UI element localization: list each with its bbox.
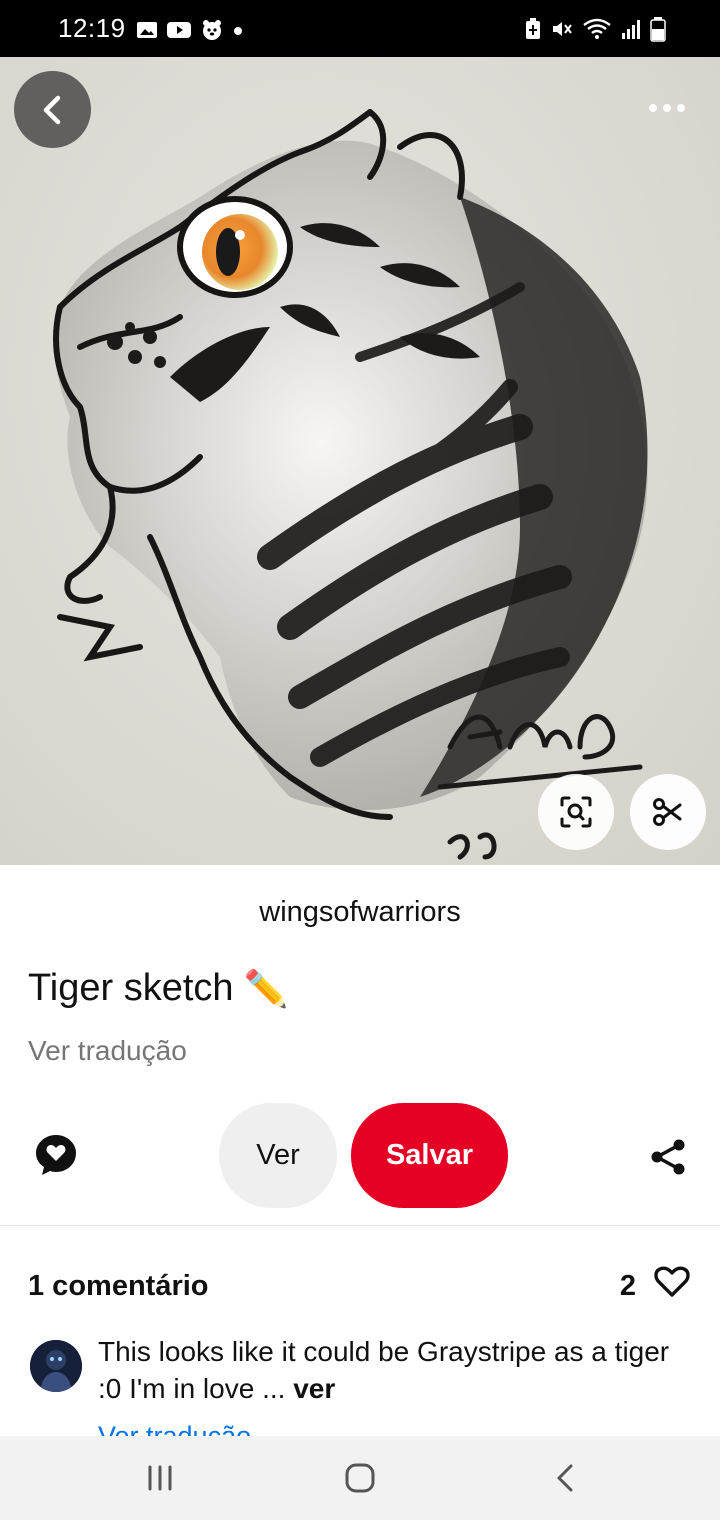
view-button[interactable]: Ver [219, 1103, 337, 1208]
translate-link[interactable]: Ver tradução [28, 1035, 187, 1067]
scissors-icon [653, 798, 682, 826]
comment-more-link[interactable]: ver [293, 1373, 335, 1404]
image-icon [136, 20, 158, 45]
heart-icon [654, 1266, 690, 1297]
recents-icon [148, 1465, 172, 1491]
comments-header[interactable]: 1 comentário [28, 1270, 209, 1303]
mute-icon [550, 17, 574, 46]
like-button[interactable] [654, 1266, 690, 1306]
comment-button[interactable] [32, 1131, 80, 1179]
wifi-icon [582, 17, 612, 46]
battery-icon [650, 16, 666, 47]
pet-icon [200, 18, 224, 47]
share-button[interactable] [648, 1137, 688, 1177]
system-nav-bar [0, 1436, 720, 1520]
more-icon-dot [649, 104, 657, 112]
comment-heart-icon [36, 1135, 76, 1175]
pin-image[interactable] [0, 57, 720, 865]
back-button[interactable] [14, 71, 91, 148]
signal-icon [620, 18, 642, 45]
likes: 2 [620, 1266, 690, 1306]
nav-back-button[interactable] [545, 1458, 585, 1498]
divider [0, 1225, 720, 1226]
crop-button[interactable] [630, 774, 706, 850]
commenter-avatar[interactable] [30, 1340, 82, 1392]
like-count: 2 [619, 1269, 636, 1302]
nav-back-icon [557, 1464, 573, 1492]
action-bar: Ver Salvar [0, 1103, 720, 1208]
home-icon [345, 1463, 375, 1493]
battery-saver-icon [524, 17, 542, 46]
status-bar: 12:19 [0, 0, 720, 57]
status-right-icons [524, 16, 666, 47]
share-icon [651, 1139, 685, 1175]
pin-title-text: Tiger sketch [28, 967, 234, 1009]
comment-text: This looks like it could be Graystripe a… [98, 1333, 698, 1407]
comment-body: This looks like it could be Graystripe a… [98, 1336, 670, 1404]
tiger-sketch-artwork [53, 109, 648, 860]
more-icon-dot [663, 104, 671, 112]
pin-title: Tiger sketch ✏️ [28, 967, 288, 1010]
visual-search-button[interactable] [538, 774, 614, 850]
back-icon [43, 95, 60, 124]
home-button[interactable] [340, 1458, 380, 1498]
more-icon-dot [677, 104, 685, 112]
status-time: 12:19 [58, 13, 126, 43]
pin-author[interactable]: wingsofwarriors [0, 896, 720, 929]
save-button[interactable]: Salvar [351, 1103, 508, 1208]
pencil-emoji: ✏️ [243, 967, 289, 1009]
youtube-icon [166, 20, 192, 45]
status-left-icons [136, 18, 244, 47]
more-options-button[interactable] [642, 93, 692, 123]
visual-search-icon [560, 796, 592, 828]
dot-icon [232, 24, 244, 42]
recents-button[interactable] [140, 1458, 180, 1498]
